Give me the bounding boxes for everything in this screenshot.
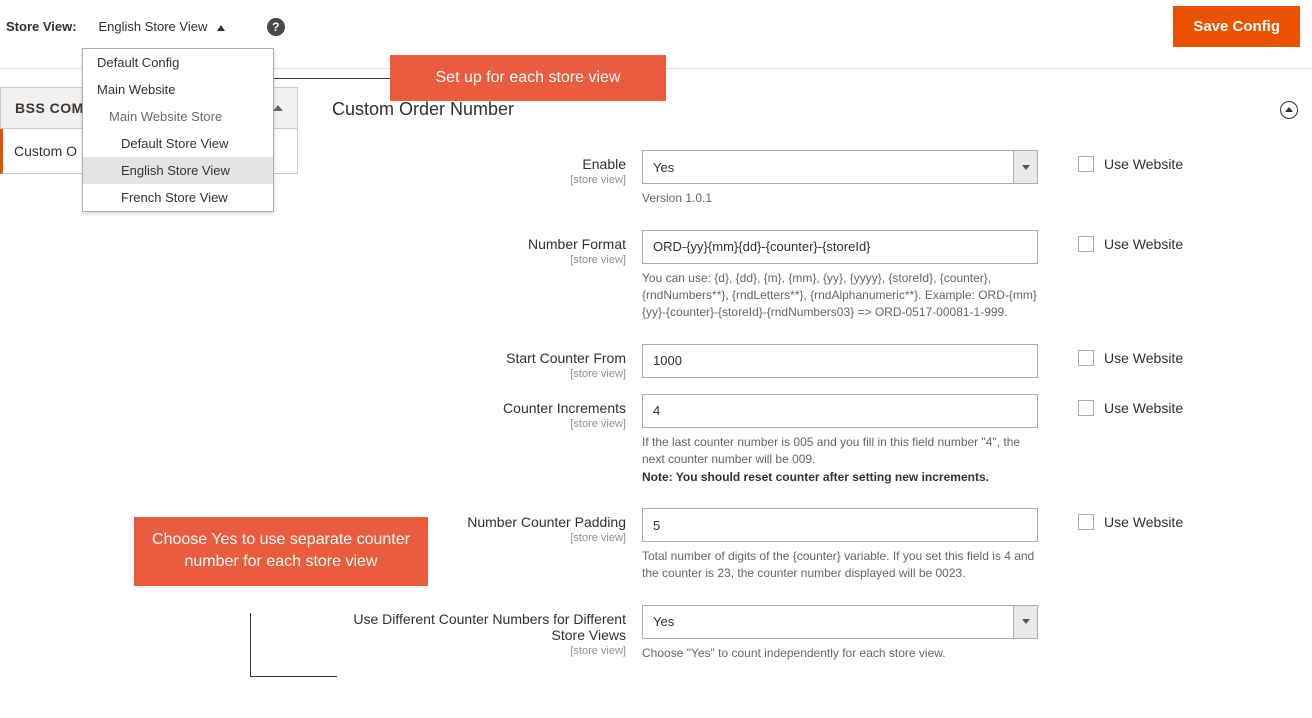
save-config-button[interactable]: Save Config: [1173, 6, 1300, 47]
connector-line: [250, 613, 251, 676]
dd-default-config[interactable]: Default Config: [83, 49, 273, 76]
use-website-label: Use Website: [1104, 350, 1183, 366]
section-collapse-button[interactable]: [1280, 101, 1298, 119]
chevron-up-icon: [1285, 107, 1293, 112]
counter-increments-scope: [store view]: [332, 418, 626, 430]
counter-increments-use-website-checkbox[interactable]: [1078, 400, 1094, 416]
counter-padding-use-website-checkbox[interactable]: [1078, 514, 1094, 530]
enable-note: Version 1.0.1: [642, 190, 1038, 207]
store-view-label: Store View:: [6, 19, 77, 34]
start-counter-label: Start Counter From: [506, 350, 626, 366]
counter-padding-note: Total number of digits of the {counter} …: [642, 548, 1038, 583]
dd-english-store-view[interactable]: English Store View: [83, 157, 273, 184]
enable-label: Enable: [582, 156, 626, 172]
counter-increments-note: If the last counter number is 005 and yo…: [642, 434, 1038, 486]
store-view-dropdown[interactable]: Default Config Main Website Main Website…: [82, 48, 274, 212]
dd-main-website-store: Main Website Store: [83, 103, 273, 130]
callout-left: Choose Yes to use separate counter numbe…: [134, 517, 428, 586]
counter-increments-label: Counter Increments: [503, 400, 626, 416]
enable-select-value: Yes: [653, 160, 1013, 175]
store-view-switcher[interactable]: English Store View: [98, 19, 225, 34]
dd-french-store-view[interactable]: French Store View: [83, 184, 273, 211]
enable-scope: [store view]: [332, 174, 626, 186]
number-format-label: Number Format: [528, 236, 626, 252]
help-icon[interactable]: ?: [267, 18, 285, 36]
section-title: Custom Order Number: [332, 99, 514, 120]
diff-counter-select-value: Yes: [653, 614, 1013, 629]
start-counter-input[interactable]: [642, 344, 1038, 378]
use-website-label: Use Website: [1104, 236, 1183, 252]
select-arrow-icon: [1013, 606, 1037, 638]
store-view-value: English Store View: [98, 19, 207, 34]
dd-main-website[interactable]: Main Website: [83, 76, 273, 103]
callout-top: Set up for each store view: [390, 55, 666, 101]
enable-select[interactable]: Yes: [642, 150, 1038, 184]
connector-line: [273, 78, 390, 79]
select-arrow-icon: [1013, 151, 1037, 183]
use-website-label: Use Website: [1104, 156, 1183, 172]
diff-counter-label: Use Different Counter Numbers for Differ…: [353, 611, 626, 643]
connector-line: [250, 676, 337, 677]
number-format-use-website-checkbox[interactable]: [1078, 236, 1094, 252]
dd-default-store-view[interactable]: Default Store View: [83, 130, 273, 157]
diff-counter-select[interactable]: Yes: [642, 605, 1038, 639]
enable-use-website-checkbox[interactable]: [1078, 156, 1094, 172]
use-website-label: Use Website: [1104, 514, 1183, 530]
number-format-input[interactable]: [642, 230, 1038, 264]
diff-counter-note: Choose "Yes" to count independently for …: [642, 645, 1038, 662]
start-counter-scope: [store view]: [332, 368, 626, 380]
counter-increments-input[interactable]: [642, 394, 1038, 428]
diff-counter-scope: [store view]: [332, 645, 626, 657]
arrow-up-icon: [217, 25, 225, 31]
counter-padding-input[interactable]: [642, 508, 1038, 542]
use-website-label: Use Website: [1104, 400, 1183, 416]
number-format-scope: [store view]: [332, 254, 626, 266]
counter-padding-label: Number Counter Padding: [467, 514, 626, 530]
start-counter-use-website-checkbox[interactable]: [1078, 350, 1094, 366]
number-format-note: You can use: {d}, {dd}, {m}, {mm}, {yy},…: [642, 270, 1038, 322]
chevron-up-icon: [273, 105, 283, 111]
